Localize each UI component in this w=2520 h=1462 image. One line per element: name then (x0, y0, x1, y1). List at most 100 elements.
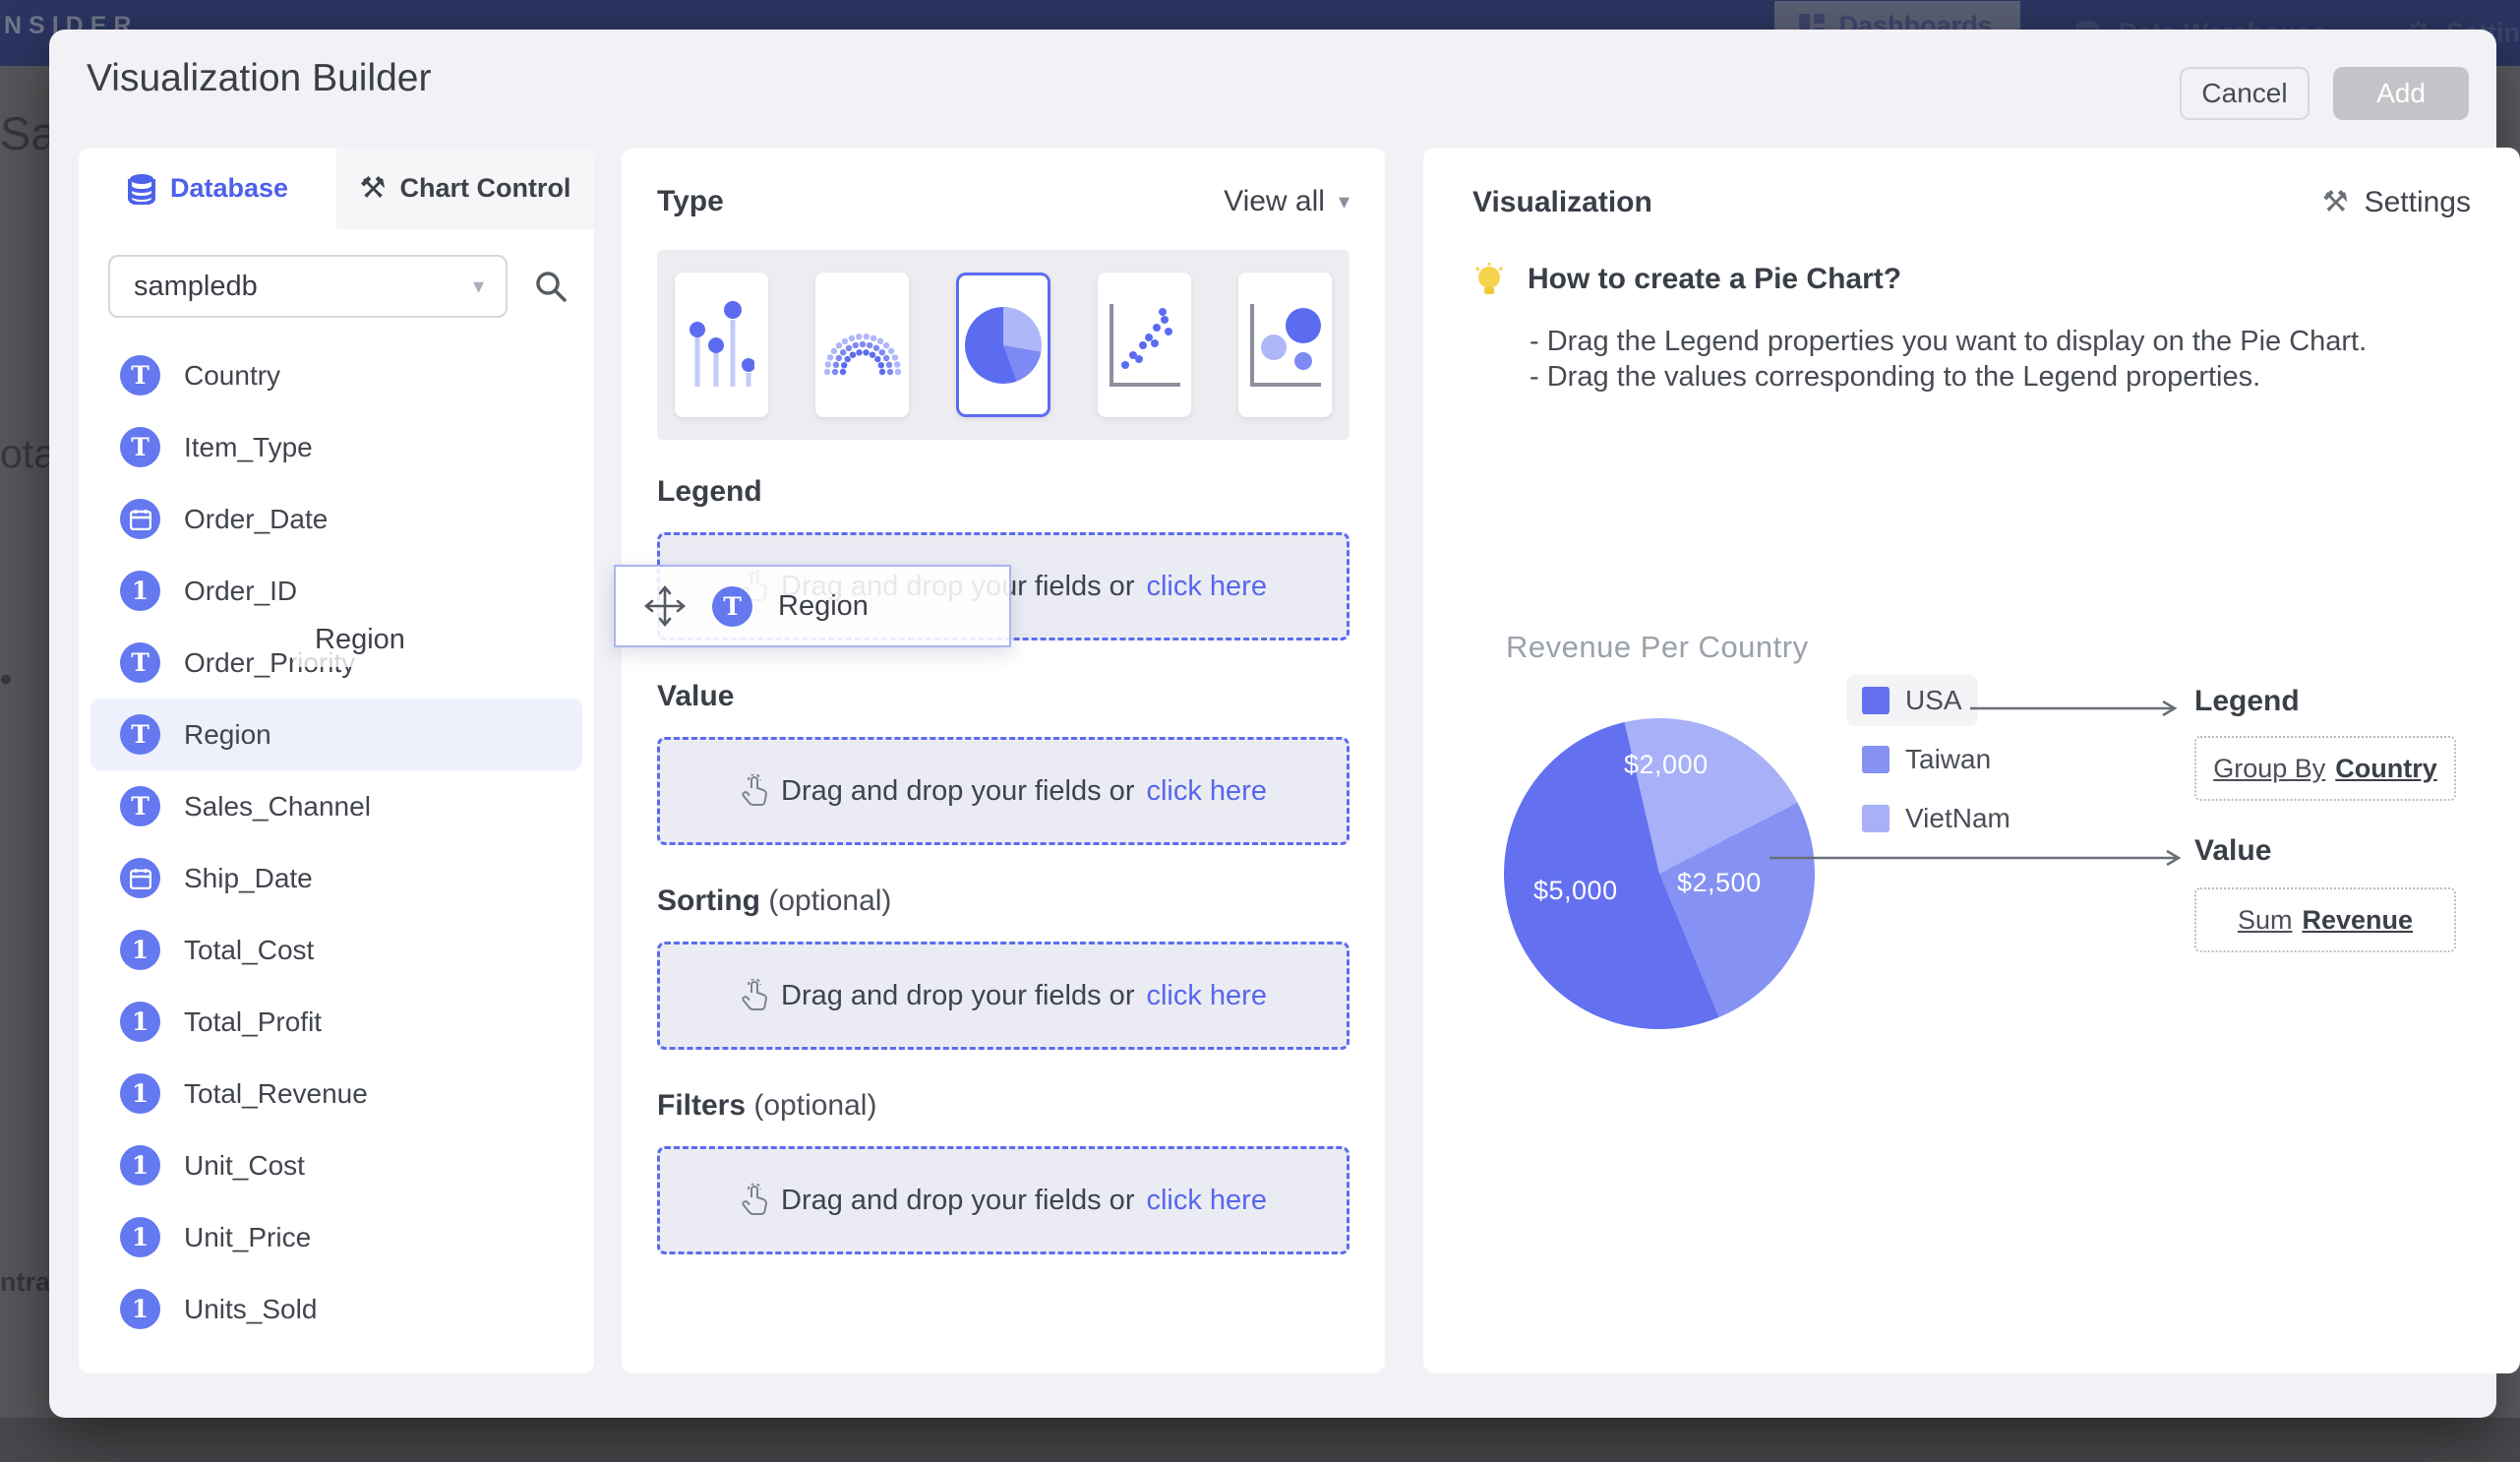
field-type-text-icon: T (712, 586, 752, 627)
page-title: Visualization Builder (87, 57, 432, 100)
left-tabs: Database ⚒ Chart Control (79, 148, 594, 229)
field-type-number-icon: 1 (120, 1073, 160, 1114)
database-select[interactable]: sampledb ▾ (108, 255, 508, 318)
legend-annotation: Legend (2194, 685, 2300, 718)
pie-example: Revenue Per Country $5,000 $2,500 $2,000… (1423, 600, 2520, 1289)
field-item-units_sold[interactable]: 1 Units_Sold (90, 1273, 582, 1345)
value-annotation: Value (2194, 834, 2271, 868)
chart-type-strip (657, 250, 1350, 440)
search-icon[interactable] (533, 269, 569, 304)
pie-slice-label: $2,500 (1677, 868, 1762, 898)
drag-preview[interactable]: T Region (614, 565, 1011, 647)
legend-swatch (1862, 746, 1890, 773)
legend-label: Taiwan (1905, 744, 1991, 775)
example-legend-item-taiwan: Taiwan (1862, 744, 1991, 775)
dropzone-text: Drag and drop your fields or (781, 1185, 1134, 1217)
field-type-number-icon: 1 (120, 1145, 160, 1186)
chart-type-lollipop[interactable] (675, 273, 768, 417)
field-item-order_date[interactable]: Order_Date (90, 483, 582, 555)
visualization-title: Visualization (1472, 186, 1652, 219)
dropzone-text: Drag and drop your fields or (781, 775, 1134, 808)
dropzone-click-here[interactable]: click here (1146, 775, 1267, 808)
field-label: Units_Sold (184, 1294, 317, 1325)
dropzone-sorting[interactable]: Drag and drop your fields or click here (657, 942, 1350, 1050)
database-icon (127, 173, 156, 205)
chart-type-arc[interactable] (815, 273, 909, 417)
field-label: Sales_Channel (184, 791, 371, 822)
tab-chart-control[interactable]: ⚒ Chart Control (336, 148, 594, 229)
dropzone-click-here[interactable]: click here (1146, 980, 1267, 1012)
field-item-country[interactable]: T Country (90, 339, 582, 411)
legend-swatch (1862, 687, 1890, 714)
lightbulb-icon (1472, 263, 1506, 302)
cancel-button[interactable]: Cancel (2180, 67, 2310, 120)
section-label-sorting: Sorting (optional) (657, 884, 1350, 918)
backdrop-bottom (0, 1418, 2520, 1462)
howto-line: - Drag the Legend properties you want to… (1530, 324, 2367, 359)
field-item-unit_cost[interactable]: 1 Unit_Cost (90, 1129, 582, 1201)
legend-label: VietNam (1905, 803, 2010, 834)
tab-database[interactable]: Database (79, 148, 336, 229)
legend-swatch (1862, 805, 1890, 832)
dropzone-filters[interactable]: Drag and drop your fields or click here (657, 1146, 1350, 1254)
field-label: Total_Cost (184, 935, 314, 966)
drag-origin-ghost: Region (293, 612, 529, 667)
tools-icon: ⚒ (2322, 185, 2349, 219)
dropzone-text: Drag and drop your fields or (781, 980, 1134, 1012)
field-item-total_profit[interactable]: 1 Total_Profit (90, 986, 582, 1058)
group-by-box[interactable]: Group By Country (2194, 736, 2456, 801)
chart-config-panel: Type View all ▾ Legend Drag and drop you… (622, 148, 1385, 1373)
dropzone-click-here[interactable]: click here (1146, 571, 1267, 603)
view-all-button[interactable]: View all ▾ (1224, 185, 1350, 218)
field-type-number-icon: 1 (120, 571, 160, 611)
field-label: Country (184, 360, 280, 392)
dropzone-value[interactable]: Drag and drop your fields or click here (657, 737, 1350, 845)
background-fragment: ota (0, 431, 56, 477)
field-type-date-icon (120, 499, 160, 539)
field-label: Total_Profit (184, 1006, 322, 1038)
chart-type-pie[interactable] (956, 273, 1050, 417)
sum-value-box[interactable]: Sum Revenue (2194, 887, 2456, 952)
field-type-text-icon: T (120, 786, 160, 826)
field-label: Total_Revenue (184, 1078, 368, 1110)
tools-icon: ⚒ (360, 171, 387, 206)
chart-type-scatter[interactable] (1098, 273, 1191, 417)
legend-label: USA (1905, 685, 1962, 716)
arrow-legend (1970, 699, 2187, 718)
howto-title: How to create a Pie Chart? (1528, 263, 2367, 296)
background-fragment: • (0, 661, 12, 700)
field-item-item_type[interactable]: TItem_Type (90, 411, 582, 483)
example-legend-item-vietnam: VietNam (1862, 803, 2010, 834)
field-type-text-icon: T (120, 355, 160, 396)
field-list: TCountryTItem_TypeOrder_Date1Order_IDTOr… (79, 326, 594, 1345)
dropzone-click-here[interactable]: click here (1146, 1185, 1267, 1217)
howto-line: - Drag the values corresponding to the L… (1530, 359, 2367, 395)
example-legend-item-usa: USA (1846, 675, 1978, 726)
field-label: Order_ID (184, 576, 297, 607)
field-item-ship_date[interactable]: Ship_Date (90, 842, 582, 914)
field-label: Unit_Price (184, 1222, 311, 1253)
field-label: Ship_Date (184, 863, 313, 894)
screen: NSIDER Dashboards Data Warehouse ▾ ⚙ Set… (0, 0, 2520, 1462)
field-type-number-icon: 1 (120, 1002, 160, 1042)
field-type-text-icon: T (120, 714, 160, 755)
settings-button[interactable]: ⚒ Settings (2322, 185, 2471, 219)
example-chart-title: Revenue Per Country (1506, 630, 1809, 665)
field-label: Region (184, 719, 271, 751)
section-label-filters: Filters (optional) (657, 1089, 1350, 1123)
field-item-total_revenue[interactable]: 1 Total_Revenue (90, 1058, 582, 1129)
move-icon (643, 584, 687, 628)
field-type-number-icon: 1 (120, 1217, 160, 1257)
tap-hand-icon (740, 1184, 769, 1217)
visualization-builder-modal: Visualization Builder Cancel Add Databas… (49, 30, 2496, 1418)
field-item-sales_channel[interactable]: T Sales_Channel (90, 770, 582, 842)
field-item-unit_price[interactable]: 1 Unit_Price (90, 1201, 582, 1273)
field-type-number-icon: 1 (120, 1289, 160, 1329)
field-label: Unit_Cost (184, 1150, 305, 1182)
field-item-region[interactable]: T Region (90, 699, 582, 770)
field-item-total_cost[interactable]: 1Total_Cost (90, 914, 582, 986)
tap-hand-icon (740, 979, 769, 1012)
database-panel: Database ⚒ Chart Control sampledb ▾ T Cou… (79, 148, 594, 1373)
add-button[interactable]: Add (2333, 67, 2469, 120)
chart-type-bubble[interactable] (1238, 273, 1332, 417)
